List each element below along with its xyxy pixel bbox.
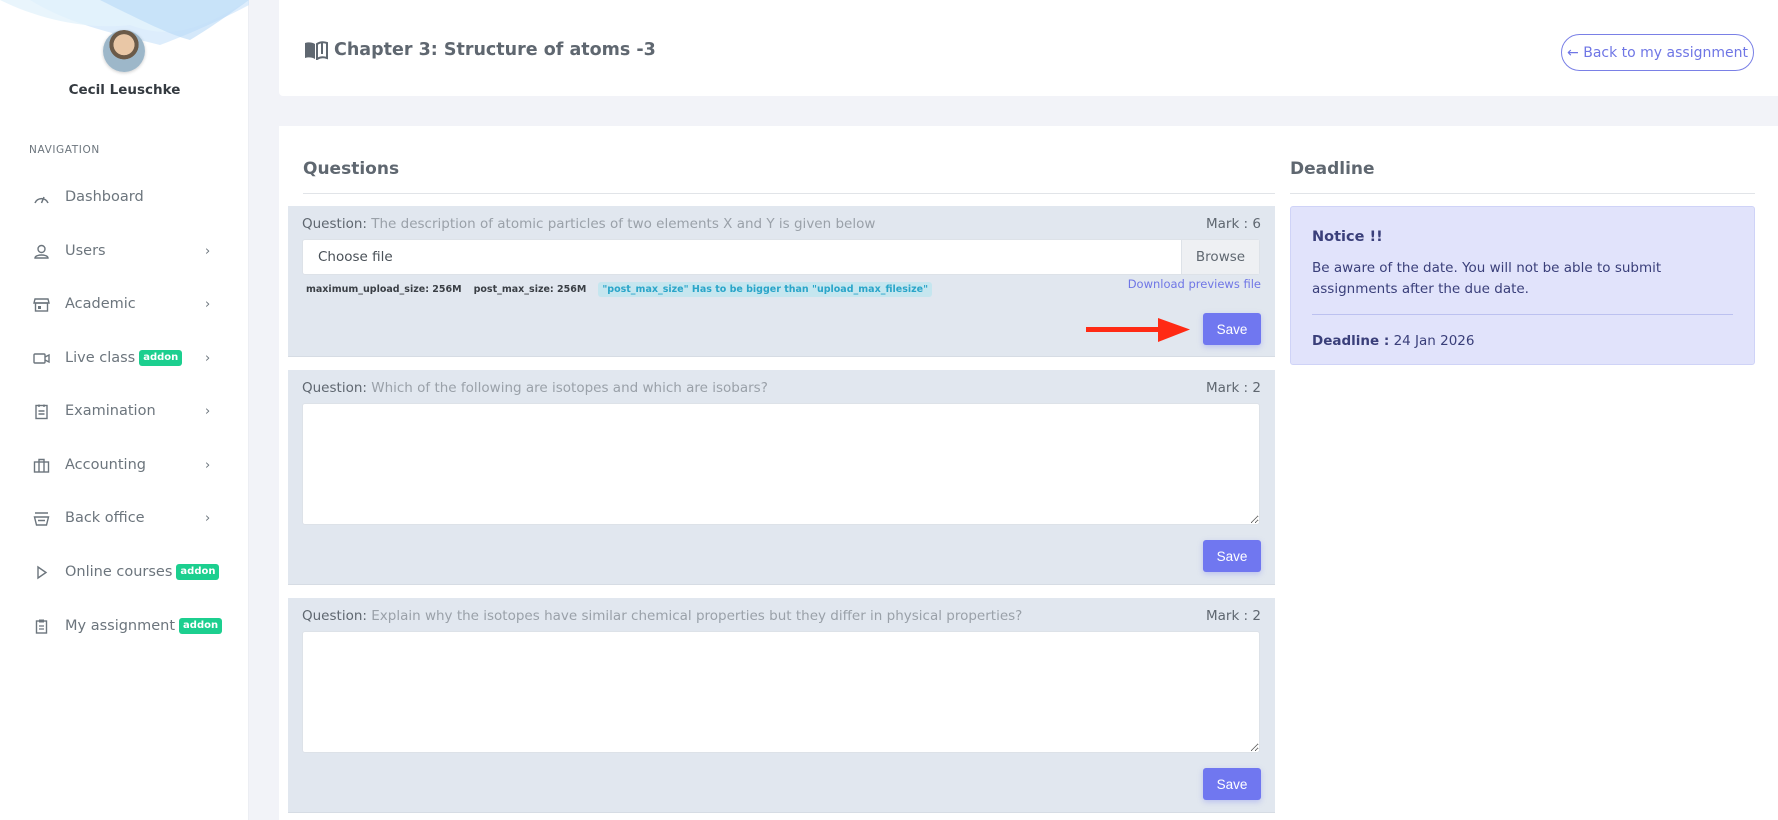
sidebar-item-back-office[interactable]: Back office ›	[0, 498, 249, 538]
chevron-right-icon: ›	[205, 350, 211, 366]
post-max-size: post_max_size: 256M	[473, 284, 587, 295]
addon-badge: addon	[179, 618, 223, 634]
deadline-date: Deadline : 24 Jan 2026	[1312, 333, 1475, 349]
question-label: Question:	[302, 608, 367, 624]
browse-button[interactable]: Browse	[1181, 240, 1259, 274]
upload-size-warning: "post_max_size" Has to be bigger than "u…	[598, 282, 933, 297]
sidebar-item-label: My assignment addon	[65, 618, 223, 634]
question-text: Explain why the isotopes have similar ch…	[371, 608, 1023, 624]
sidebar-item-label: Academic	[65, 296, 136, 312]
sidebar-item-label: Accounting	[65, 457, 146, 473]
deadline-title: Deadline	[1290, 159, 1375, 179]
briefcase-icon	[33, 457, 50, 474]
sidebar-item-live-class[interactable]: Live class addon ›	[0, 338, 249, 378]
file-upload-input[interactable]: Choose file Browse	[302, 239, 1260, 275]
notice-title: Notice !!	[1312, 229, 1383, 245]
sidebar-item-academic[interactable]: Academic ›	[0, 284, 249, 324]
sidebar-item-online-courses[interactable]: Online courses addon	[0, 552, 249, 592]
avatar[interactable]	[103, 30, 145, 72]
save-button-3[interactable]: Save	[1203, 768, 1261, 800]
question-text: The description of atomic particles of t…	[371, 216, 876, 232]
sidebar-item-examination[interactable]: Examination ›	[0, 391, 249, 431]
addon-badge: addon	[176, 564, 220, 580]
download-previous-file-link[interactable]: Download previews file	[1128, 277, 1261, 291]
sidebar-item-my-assignment[interactable]: My assignment addon	[0, 606, 249, 646]
questions-title: Questions	[303, 159, 400, 179]
question-label: Question:	[302, 380, 367, 396]
question-mark: Mark : 2	[1205, 380, 1261, 396]
question-label: Question:	[302, 216, 367, 232]
notice-body: Be aware of the date. You will not be ab…	[1312, 260, 1662, 297]
clipboard-icon	[33, 618, 50, 635]
gauge-icon	[33, 189, 50, 206]
question-block-3: Question: Explain why the isotopes have …	[288, 598, 1275, 813]
user-icon	[33, 243, 50, 260]
play-icon	[33, 564, 50, 581]
annotation-arrow-icon	[1086, 318, 1190, 342]
page-header: Chapter 3: Structure of atoms -3 ← Back …	[279, 0, 1778, 96]
sidebar-item-label: Back office	[65, 510, 145, 526]
question-heading: Question: The description of atomic part…	[302, 216, 875, 232]
sidebar-item-label: Users	[65, 243, 106, 259]
store-icon	[33, 296, 50, 313]
question-mark: Mark : 6	[1205, 216, 1261, 232]
question-block-2: Question: Which of the following are iso…	[288, 370, 1275, 585]
sidebar-item-label: Dashboard	[65, 189, 144, 205]
save-button-2[interactable]: Save	[1203, 540, 1261, 572]
sidebar-item-users[interactable]: Users ›	[0, 231, 249, 271]
chevron-right-icon: ›	[205, 510, 211, 526]
answer-textarea-2[interactable]	[302, 403, 1260, 525]
sidebar: Cecil Leuschke NAVIGATION Dashboard Users…	[0, 0, 249, 820]
upload-limits: maximum_upload_size: 256M post_max_size:…	[306, 282, 944, 297]
question-text: Which of the following are isotopes and …	[371, 380, 768, 396]
page-title-text: Chapter 3: Structure of atoms -3	[334, 40, 656, 60]
content-card: Questions Question: The description of a…	[279, 126, 1778, 820]
deadline-notice: Notice !! Be aware of the date. You will…	[1290, 206, 1755, 365]
basket-icon	[33, 510, 50, 527]
nav-section-title: NAVIGATION	[29, 144, 100, 156]
chevron-right-icon: ›	[205, 457, 211, 473]
book-open-icon	[305, 40, 328, 60]
question-mark: Mark : 2	[1205, 608, 1261, 624]
sidebar-item-label: Live class addon	[65, 350, 183, 366]
chevron-right-icon: ›	[205, 296, 211, 312]
back-to-assignment-button[interactable]: ← Back to my assignment	[1561, 34, 1754, 71]
deadline-divider	[1290, 193, 1755, 194]
max-upload-size: maximum_upload_size: 256M	[306, 284, 462, 295]
answer-textarea-3[interactable]	[302, 631, 1260, 753]
file-placeholder: Choose file	[318, 249, 393, 265]
sidebar-item-label: Online courses addon	[65, 564, 220, 580]
sidebar-item-accounting[interactable]: Accounting ›	[0, 445, 249, 485]
page-title: Chapter 3: Structure of atoms -3	[304, 40, 656, 60]
clipboard-list-icon	[33, 403, 50, 420]
chevron-right-icon: ›	[205, 243, 211, 259]
save-button-1[interactable]: Save	[1203, 313, 1261, 345]
user-name: Cecil Leuschke	[68, 82, 181, 98]
addon-badge: addon	[139, 350, 183, 366]
question-heading: Question: Explain why the isotopes have …	[302, 608, 1022, 624]
notice-divider	[1312, 314, 1733, 315]
video-icon	[33, 350, 50, 367]
chevron-right-icon: ›	[205, 403, 211, 419]
question-heading: Question: Which of the following are iso…	[302, 380, 768, 396]
sidebar-item-dashboard[interactable]: Dashboard	[0, 177, 249, 217]
questions-divider	[303, 193, 1275, 194]
sidebar-item-label: Examination	[65, 403, 156, 419]
